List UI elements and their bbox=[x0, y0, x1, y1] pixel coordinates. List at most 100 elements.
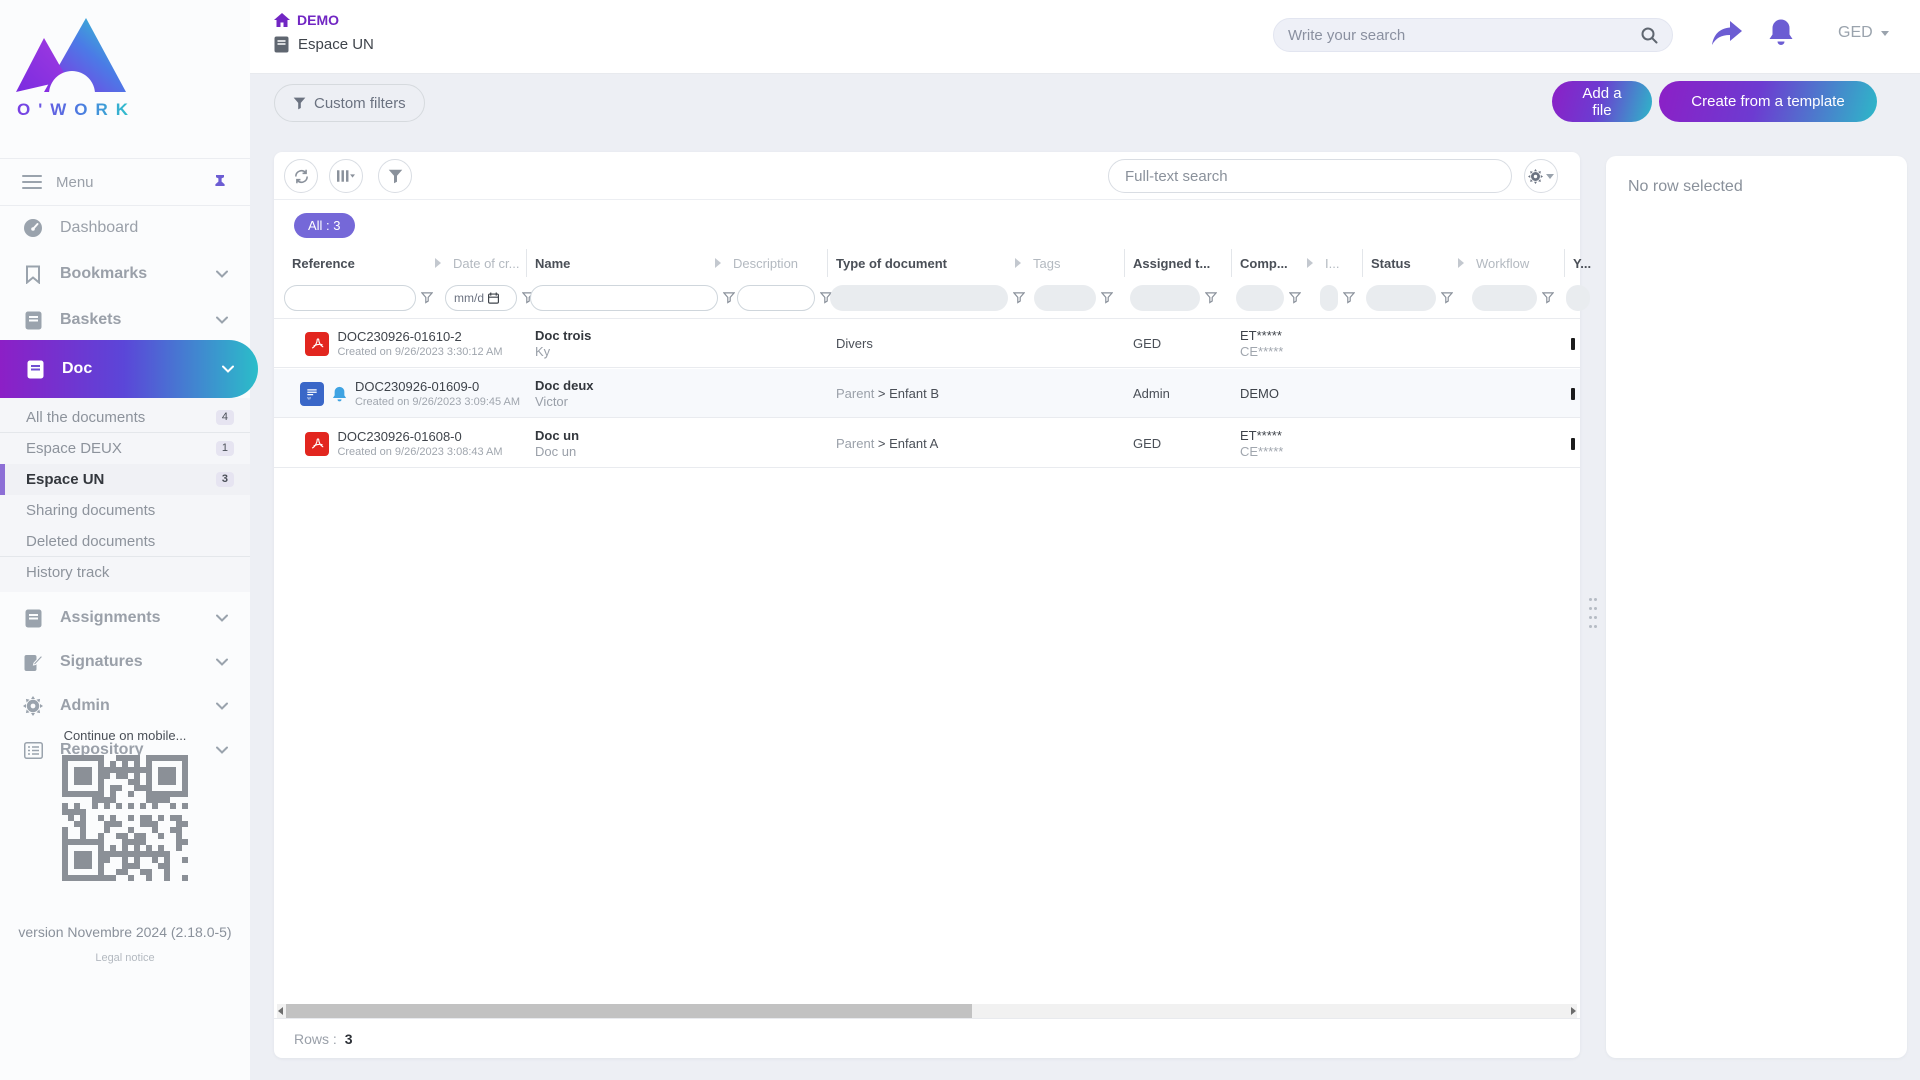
calendar-icon bbox=[488, 292, 499, 304]
filter-description-input[interactable] bbox=[737, 285, 815, 311]
filter-y-input[interactable] bbox=[1566, 285, 1590, 311]
sidebar-item-admin[interactable]: Admin bbox=[0, 684, 250, 728]
custom-filters-button[interactable]: Custom filters bbox=[274, 84, 425, 122]
column-header-date-of-creation[interactable]: Date of cr... bbox=[445, 249, 527, 277]
custom-filters-label: Custom filters bbox=[314, 95, 406, 112]
column-header-name[interactable]: Name bbox=[527, 249, 725, 277]
tab-all-count[interactable]: All : 3 bbox=[294, 213, 355, 238]
sidebar-item-doc-active[interactable]: Doc bbox=[0, 340, 258, 398]
sidebar-item-deleted-documents[interactable]: Deleted documents bbox=[0, 526, 250, 557]
column-header-workflow[interactable]: Workflow bbox=[1468, 249, 1565, 277]
filter-status-input[interactable] bbox=[1366, 285, 1436, 311]
search-icon[interactable] bbox=[1641, 27, 1658, 44]
legal-notice-link[interactable]: Legal notice bbox=[0, 952, 250, 964]
sidebar-item-bookmarks[interactable]: Bookmarks bbox=[0, 252, 250, 296]
sidebar-item-assignments[interactable]: Assignments bbox=[0, 596, 250, 640]
row-assigned-to: GED bbox=[1133, 336, 1232, 351]
row-assigned-to: Admin bbox=[1133, 386, 1232, 401]
table-row[interactable]: DOC230926-01608-0 Created on 9/26/2023 3… bbox=[274, 419, 1580, 468]
filter-i bbox=[1320, 285, 1355, 311]
funnel-outline-icon[interactable] bbox=[1013, 292, 1025, 304]
gauge-icon bbox=[22, 218, 44, 238]
filter-tags bbox=[1034, 285, 1113, 311]
funnel-outline-icon[interactable] bbox=[1441, 292, 1453, 304]
book-icon bbox=[24, 360, 46, 379]
chevron-down-icon bbox=[216, 702, 228, 710]
sidebar-menu-toggle[interactable]: Menu bbox=[0, 158, 250, 206]
scroll-right-arrow[interactable] bbox=[1571, 1007, 1576, 1015]
filter-name bbox=[530, 285, 735, 311]
filter-workflow bbox=[1472, 285, 1554, 311]
sidebar-item-baskets[interactable]: Baskets bbox=[0, 298, 250, 342]
user-menu[interactable]: GED bbox=[1838, 24, 1889, 42]
row-company-1: DEMO bbox=[1240, 386, 1317, 401]
breadcrumb-root[interactable]: DEMO bbox=[274, 12, 339, 28]
filter-button[interactable] bbox=[378, 159, 412, 193]
filter-name-input[interactable] bbox=[530, 285, 718, 311]
column-header-assigned-to[interactable]: Assigned t... bbox=[1125, 249, 1232, 277]
funnel-outline-icon[interactable] bbox=[1343, 292, 1355, 304]
horizontal-scrollbar[interactable] bbox=[277, 1004, 1577, 1018]
table-row[interactable]: DOC230926-01610-2 Created on 9/26/2023 3… bbox=[274, 319, 1580, 368]
list-icon bbox=[22, 742, 44, 759]
sidebar-item-dashboard[interactable]: Dashboard bbox=[0, 206, 250, 250]
scrollbar-thumb[interactable] bbox=[286, 1004, 972, 1018]
filter-assigned-input[interactable] bbox=[1130, 285, 1200, 311]
clipped-cell-content bbox=[1571, 388, 1575, 400]
column-header-i[interactable]: I... bbox=[1317, 249, 1363, 277]
row-created: Created on 9/26/2023 3:30:12 AM bbox=[337, 346, 502, 358]
pushpin-icon[interactable] bbox=[212, 174, 228, 190]
share-icon[interactable] bbox=[1712, 20, 1742, 46]
columns-button[interactable] bbox=[329, 159, 363, 193]
filter-workflow-input[interactable] bbox=[1472, 285, 1537, 311]
column-header-type-of-document[interactable]: Type of document bbox=[828, 249, 1025, 277]
sidebar-item-history-track[interactable]: History track bbox=[0, 557, 250, 588]
sidebar-item-espace-un[interactable]: Espace UN 3 bbox=[0, 464, 250, 495]
create-from-template-button[interactable]: Create from a template bbox=[1659, 81, 1877, 122]
row-company-1: ET***** bbox=[1240, 328, 1317, 343]
sidebar-item-signatures[interactable]: Signatures bbox=[0, 640, 250, 684]
user-menu-label: GED bbox=[1838, 24, 1873, 42]
funnel-outline-icon[interactable] bbox=[1542, 292, 1554, 304]
filter-i-input[interactable] bbox=[1320, 285, 1338, 311]
column-header-company[interactable]: Comp... bbox=[1232, 249, 1317, 277]
filter-tags-input[interactable] bbox=[1034, 285, 1096, 311]
column-header-status[interactable]: Status bbox=[1363, 249, 1468, 277]
table-row[interactable]: w DOC230926-01609-0 Created on 9/26/2023… bbox=[274, 369, 1580, 418]
table-settings-button[interactable] bbox=[1524, 159, 1558, 193]
panel-resize-handle[interactable] bbox=[1589, 598, 1599, 632]
row-company-1: ET***** bbox=[1240, 428, 1317, 443]
owork-logo-icon bbox=[16, 12, 126, 94]
sub-item-label: History track bbox=[26, 564, 109, 581]
funnel-outline-icon[interactable] bbox=[1101, 292, 1113, 304]
global-search-input[interactable] bbox=[1288, 27, 1641, 44]
filter-reference-input[interactable] bbox=[284, 285, 416, 311]
details-panel: No row selected bbox=[1606, 156, 1907, 1058]
filter-company-input[interactable] bbox=[1236, 285, 1284, 311]
funnel-outline-icon[interactable] bbox=[1205, 292, 1217, 304]
filter-date-input[interactable]: mm/d bbox=[445, 285, 517, 311]
sidebar-item-espace-deux[interactable]: Espace DEUX 1 bbox=[0, 433, 250, 464]
add-file-button[interactable]: Add a file bbox=[1552, 81, 1652, 122]
notifications-bell-icon[interactable] bbox=[1768, 18, 1794, 46]
row-company-2: CE***** bbox=[1240, 344, 1317, 359]
funnel-icon bbox=[293, 97, 306, 110]
column-header-y[interactable]: Y... bbox=[1565, 249, 1605, 277]
fulltext-search-input[interactable] bbox=[1125, 168, 1495, 185]
book-icon bbox=[274, 36, 289, 53]
scroll-left-arrow[interactable] bbox=[278, 1007, 283, 1015]
sidebar-item-sharing-documents[interactable]: Sharing documents bbox=[0, 495, 250, 526]
column-header-tags[interactable]: Tags bbox=[1025, 249, 1125, 277]
row-type: Parent > Enfant B bbox=[836, 386, 1025, 401]
sub-item-label: Deleted documents bbox=[26, 533, 155, 550]
column-header-description[interactable]: Description bbox=[725, 249, 828, 277]
sidebar-item-all-documents[interactable]: All the documents 4 bbox=[0, 402, 250, 433]
funnel-outline-icon[interactable] bbox=[723, 292, 735, 304]
refresh-button[interactable] bbox=[284, 159, 318, 193]
funnel-outline-icon[interactable] bbox=[421, 292, 433, 304]
column-header-reference[interactable]: Reference bbox=[284, 249, 445, 277]
documents-panel: All : 3 Reference Date of cr... Name Des… bbox=[274, 152, 1580, 1058]
funnel-outline-icon[interactable] bbox=[1289, 292, 1301, 304]
filter-type-input[interactable] bbox=[830, 285, 1008, 311]
caret-down-icon bbox=[1546, 174, 1554, 179]
